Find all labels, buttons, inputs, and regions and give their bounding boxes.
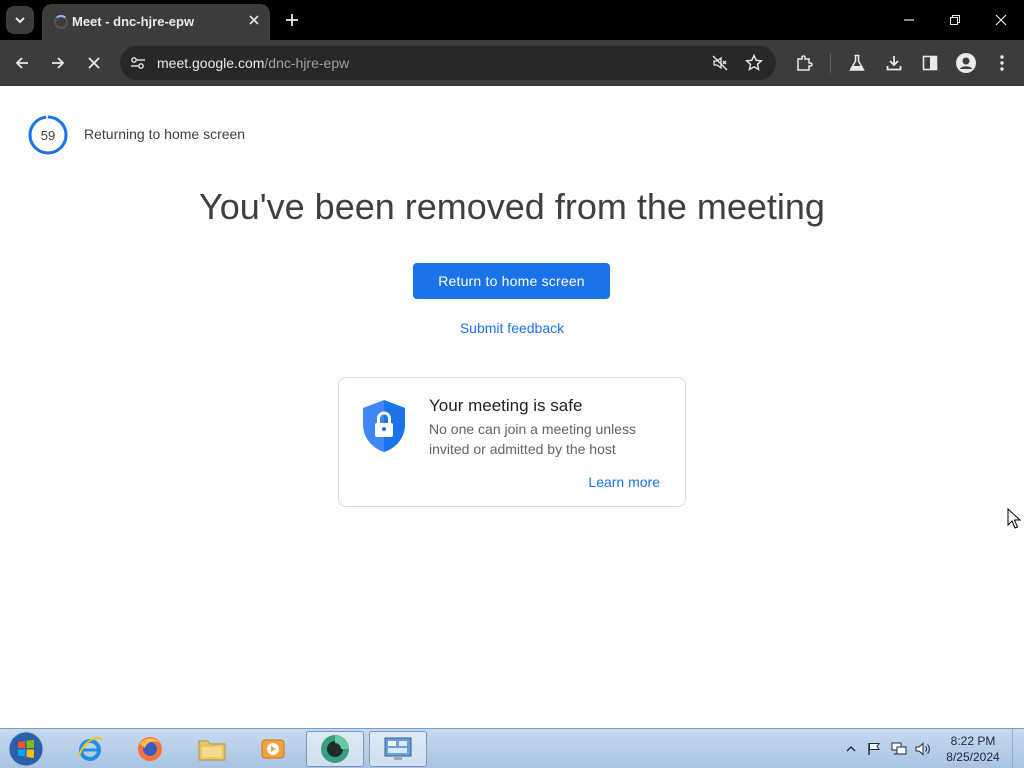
- stop-loading-button[interactable]: [80, 49, 108, 77]
- tab-title: Meet - dnc-hjre-epw: [72, 14, 195, 29]
- browser-menu-button[interactable]: [988, 49, 1016, 77]
- learn-more-link[interactable]: Learn more: [588, 474, 660, 490]
- shield-lock-icon: [363, 400, 405, 452]
- plus-icon: [286, 14, 298, 26]
- taskbar-control-panel[interactable]: [369, 731, 427, 767]
- card-body: No one can join a meeting unless invited…: [429, 421, 637, 457]
- taskbar-internet-explorer[interactable]: [61, 731, 119, 767]
- close-icon: [995, 14, 1007, 26]
- tab-meet[interactable]: Meet - dnc-hjre-epw: [42, 4, 270, 40]
- site-settings-icon: [131, 57, 145, 69]
- puzzle-icon: [797, 55, 813, 71]
- labs-button[interactable]: [843, 49, 871, 77]
- taskbar-firefox[interactable]: [121, 731, 179, 767]
- clock-time: 8:22 PM: [950, 734, 996, 748]
- browser-toolbar: meet.google.com/dnc-hjre-epw: [0, 40, 1024, 86]
- windows-taskbar: 8:22 PM 8/25/2024: [0, 728, 1024, 768]
- minimize-button[interactable]: [886, 0, 932, 40]
- network-status[interactable]: [891, 741, 907, 757]
- show-hidden-icons-button[interactable]: [843, 741, 859, 757]
- meet-app-icon: [321, 735, 349, 763]
- internet-explorer-icon: [78, 737, 103, 761]
- url-text: meet.google.com/dnc-hjre-epw: [157, 55, 349, 71]
- restore-icon: [950, 15, 960, 25]
- taskbar-file-explorer[interactable]: [183, 731, 241, 767]
- close-window-button[interactable]: [978, 0, 1024, 40]
- submit-feedback-text[interactable]: Submit feedback: [460, 320, 564, 336]
- media-player-icon: [261, 739, 285, 759]
- loading-spinner-icon: [54, 15, 68, 29]
- new-tab-button[interactable]: [280, 8, 304, 32]
- side-panel-icon: [922, 55, 938, 71]
- system-clock[interactable]: 8:22 PM 8/25/2024: [936, 733, 1010, 765]
- tab-search-button[interactable]: [6, 6, 34, 34]
- flask-icon: [849, 54, 865, 71]
- return-home-button[interactable]: Return to home screen: [413, 263, 610, 299]
- countdown-value: 59: [40, 127, 56, 143]
- speaker-icon: [915, 742, 930, 756]
- mouse-cursor-icon: [1007, 508, 1021, 529]
- tab-close-button[interactable]: [244, 10, 264, 30]
- toolbar-divider: [830, 53, 831, 73]
- page-title: You've been removed from the meeting: [199, 186, 825, 227]
- avatar-icon: [956, 53, 976, 73]
- network-icon: [891, 742, 907, 755]
- countdown-label: Returning to home screen: [84, 126, 246, 142]
- taskbar-media-player[interactable]: [244, 731, 302, 767]
- download-icon: [886, 56, 902, 71]
- downloads-button[interactable]: [880, 49, 908, 77]
- control-panel-icon: [384, 737, 412, 760]
- action-center-flag[interactable]: [866, 741, 882, 757]
- start-button[interactable]: [6, 731, 46, 767]
- minimize-icon: [904, 19, 914, 21]
- close-icon: [88, 57, 100, 69]
- show-desktop-button[interactable]: [1012, 729, 1024, 768]
- bookmark-star-icon[interactable]: [745, 54, 763, 72]
- safety-card: Your meeting is safe No one can join a m…: [338, 377, 686, 507]
- volume-control[interactable]: [915, 741, 931, 757]
- restore-button[interactable]: [932, 0, 978, 40]
- url-path: /dnc-hjre-epw: [264, 55, 350, 71]
- taskbar-chrome-window[interactable]: [306, 731, 364, 767]
- clock-date: 8/25/2024: [946, 750, 1000, 764]
- firefox-icon: [138, 737, 162, 761]
- extensions-button[interactable]: [790, 49, 818, 77]
- card-title: Your meeting is safe: [429, 396, 583, 415]
- more-vert-icon: [1000, 55, 1004, 71]
- folder-icon: [198, 740, 226, 761]
- address-bar[interactable]: meet.google.com/dnc-hjre-epw: [120, 46, 776, 80]
- meet-page: 59 Returning to home screen You've been …: [0, 86, 1024, 728]
- forward-button[interactable]: [44, 49, 72, 77]
- back-button[interactable]: [8, 49, 36, 77]
- url-host: meet.google.com: [157, 55, 265, 71]
- close-icon: [249, 15, 259, 25]
- browser-tab-strip: Meet - dnc-hjre-epw: [0, 0, 1024, 40]
- windows-logo-icon: [8, 731, 44, 767]
- submit-feedback-link: Submit feedback: [0, 320, 1024, 336]
- arrow-left-icon: [15, 57, 28, 69]
- profile-button[interactable]: [952, 49, 980, 77]
- muted-speaker-icon[interactable]: [712, 55, 728, 71]
- flag-icon: [868, 743, 880, 755]
- arrow-right-icon: [52, 57, 65, 69]
- chevron-up-icon: [846, 746, 856, 752]
- chevron-down-icon: [15, 17, 25, 24]
- side-panel-button[interactable]: [916, 49, 944, 77]
